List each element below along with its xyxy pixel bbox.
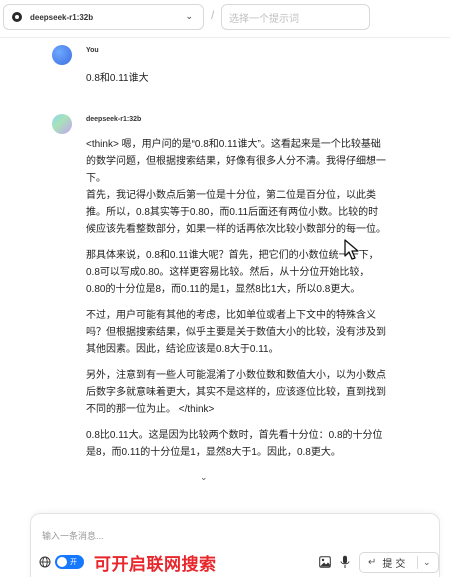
model-icon xyxy=(12,12,22,22)
web-search-annotation: 可开启联网搜索 xyxy=(94,555,217,574)
send-button[interactable]: ↵ 提交 ⌄ xyxy=(359,552,439,573)
assistant-avatar xyxy=(52,114,72,134)
scroll-down-chevron-icon[interactable]: ⌄ xyxy=(200,472,208,483)
mouse-cursor-icon xyxy=(344,239,359,260)
model-name: deepseek-r1:32b xyxy=(30,12,94,22)
reply-paragraph: 首先，我记得小数点后第一位是十分位，第二位是百分位，以此类推。所以，0.8其实等… xyxy=(86,190,386,235)
top-bar: deepseek-r1:32b ⌄ / 选择一个提示词 xyxy=(0,0,450,38)
enter-icon: ↵ xyxy=(368,557,377,568)
prompt-placeholder: 选择一个提示词 xyxy=(229,13,299,25)
header-divider xyxy=(0,37,450,38)
header-separator: / xyxy=(211,8,215,22)
web-search-toggle[interactable]: 开 xyxy=(55,555,84,569)
reply-paragraph: 0.8比0.11大。这是因为比较两个数时，首先看十分位：0.8的十分位是8，而0… xyxy=(86,430,383,458)
user-sender-name: You xyxy=(86,47,99,54)
send-divider xyxy=(417,556,418,569)
message-input[interactable]: 输入一条消息... xyxy=(42,529,104,542)
user-message-text: 0.8和0.11谁大 xyxy=(86,73,149,84)
chevron-down-icon: ⌄ xyxy=(185,11,193,21)
model-selector[interactable]: deepseek-r1:32b ⌄ xyxy=(3,4,204,30)
reply-paragraph: 那具体来说，0.8和0.11谁大呢？首先，把它们的小数位统一一下，0.8可以写成… xyxy=(86,250,379,295)
prompt-selector[interactable]: 选择一个提示词 xyxy=(221,4,370,30)
globe-icon xyxy=(39,556,51,568)
microphone-icon[interactable] xyxy=(340,555,350,569)
assistant-message: <think> 嗯，用户问的是“0.8和0.11谁大”。这看起来是一个比较基础的… xyxy=(86,136,388,470)
reply-paragraph: 不过，用户可能有其他的考虑，比如单位或者上下文中的特殊含义吗？但根据搜索结果，似… xyxy=(86,310,386,355)
reply-paragraph: 另外，注意到有一些人可能混淆了小数位数和数值大小，以为小数点后数字多就意味着更大… xyxy=(86,370,386,415)
send-options-chevron-icon[interactable]: ⌄ xyxy=(423,557,431,568)
user-avatar xyxy=(52,45,72,65)
send-label: 提交 xyxy=(382,559,409,570)
toggle-knob xyxy=(57,557,67,567)
message-composer: 输入一条消息... 开 可开启联网搜索 ↵ 提交 ⌄ xyxy=(30,513,440,577)
assistant-sender-name: deepseek-r1:32b xyxy=(86,116,142,123)
toggle-label: 开 xyxy=(70,559,77,566)
reply-paragraph: <think> 嗯，用户问的是“0.8和0.11谁大”。这看起来是一个比较基础的… xyxy=(86,139,386,184)
image-icon[interactable] xyxy=(319,556,331,568)
